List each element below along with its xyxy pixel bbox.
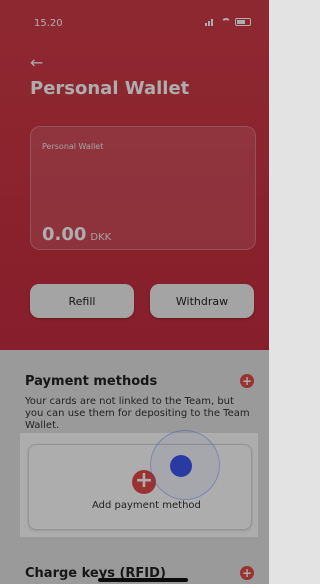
wallet-header: 15.20 ← Personal Wallet Personal Wallet …: [0, 0, 269, 350]
page-title: Personal Wallet: [30, 78, 190, 99]
add-payment-method-label: Add payment method: [92, 500, 201, 511]
balance-currency: DKK: [90, 232, 112, 243]
signal-icon: [205, 18, 217, 26]
balance-amount: 0.00: [42, 224, 87, 245]
home-indicator[interactable]: [98, 578, 188, 582]
touch-indicator-dot: [170, 455, 192, 477]
wallet-balance: 0.00 DKK: [42, 224, 111, 245]
add-charge-key-plus-icon[interactable]: +: [240, 566, 254, 580]
status-bar: 15.20: [0, 0, 269, 40]
refill-button[interactable]: Refill: [30, 284, 134, 318]
battery-icon: [235, 18, 251, 26]
withdraw-button[interactable]: Withdraw: [150, 284, 254, 318]
wallet-card-label: Personal Wallet: [42, 142, 104, 151]
payment-methods-title: Payment methods: [25, 374, 158, 389]
wifi-icon: [221, 18, 231, 26]
status-icons: [205, 18, 251, 26]
add-payment-plus-icon[interactable]: +: [240, 374, 254, 388]
back-arrow-icon[interactable]: ←: [30, 54, 50, 72]
status-time: 15.20: [34, 18, 63, 29]
payment-methods-description: Your cards are not linked to the Team, b…: [25, 396, 250, 431]
